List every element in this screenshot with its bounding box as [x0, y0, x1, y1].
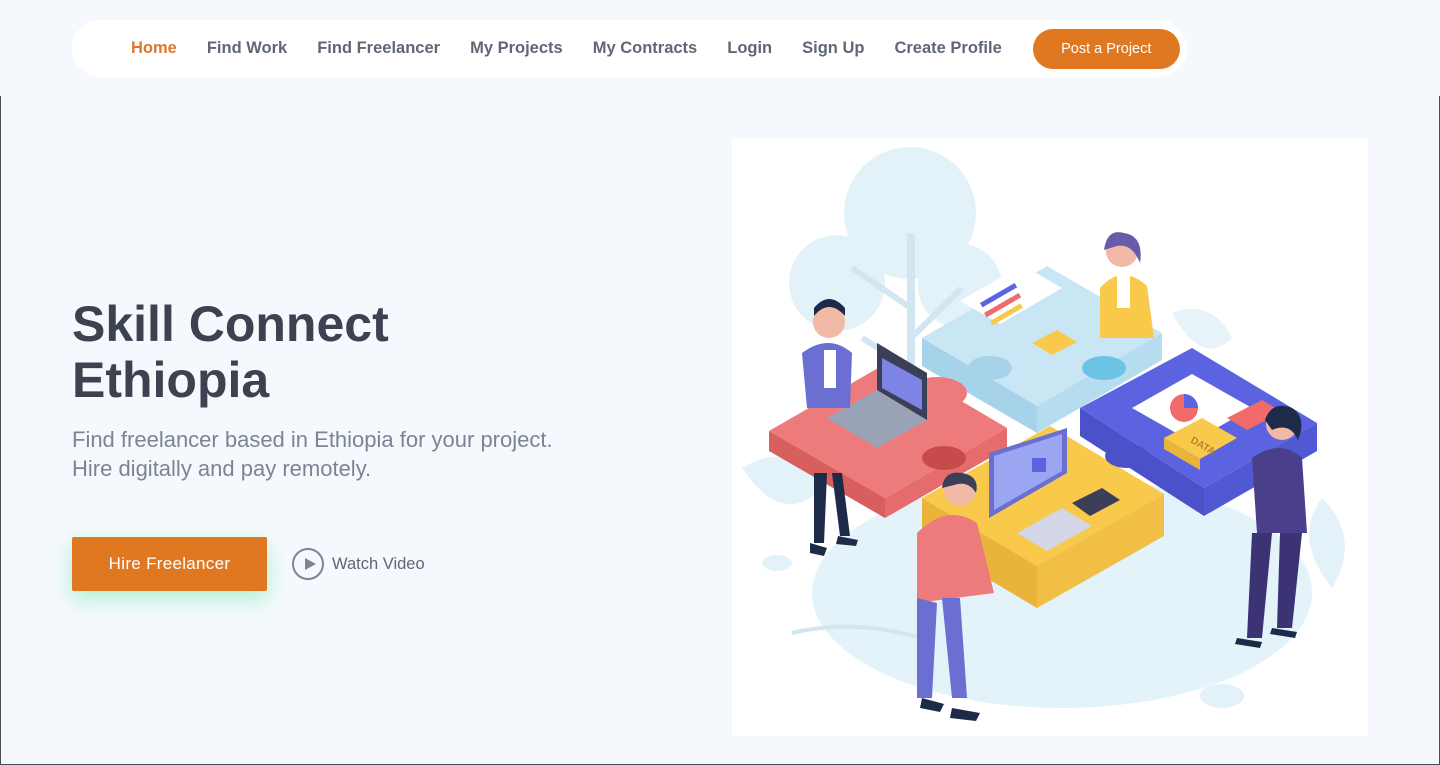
post-project-button[interactable]: Post a Project — [1032, 28, 1180, 69]
hero-subtitle-line2: Hire digitally and pay remotely. — [72, 456, 372, 481]
watch-video-link[interactable]: Watch Video — [292, 547, 425, 581]
puzzle-teamwork-illustration: DATA — [742, 147, 1345, 721]
hero-title-line1: Skill Connect — [72, 296, 389, 352]
nav-sign-up[interactable]: Sign Up — [802, 39, 864, 58]
nav-login[interactable]: Login — [727, 39, 772, 58]
nav-find-freelancer[interactable]: Find Freelancer — [317, 39, 440, 58]
nav-home[interactable]: Home — [131, 39, 177, 58]
nav-my-contracts[interactable]: My Contracts — [593, 39, 698, 58]
nav-create-profile[interactable]: Create Profile — [894, 39, 1001, 58]
hire-freelancer-button[interactable]: Hire Freelancer — [72, 537, 267, 591]
nav-my-projects[interactable]: My Projects — [470, 39, 563, 58]
watch-video-label: Watch Video — [332, 554, 425, 573]
play-icon — [292, 548, 324, 580]
top-navbar: Home Find Work Find Freelancer My Projec… — [72, 20, 1187, 77]
hero-title: Skill Connect Ethiopia — [72, 296, 492, 408]
nav-find-work[interactable]: Find Work — [207, 39, 287, 58]
hero-illustration: DATA — [732, 138, 1368, 736]
hero-title-line2: Ethiopia — [72, 352, 270, 408]
hero-subtitle-line1: Find freelancer based in Ethiopia for yo… — [72, 427, 553, 452]
hero-subtitle: Find freelancer based in Ethiopia for yo… — [72, 425, 672, 483]
